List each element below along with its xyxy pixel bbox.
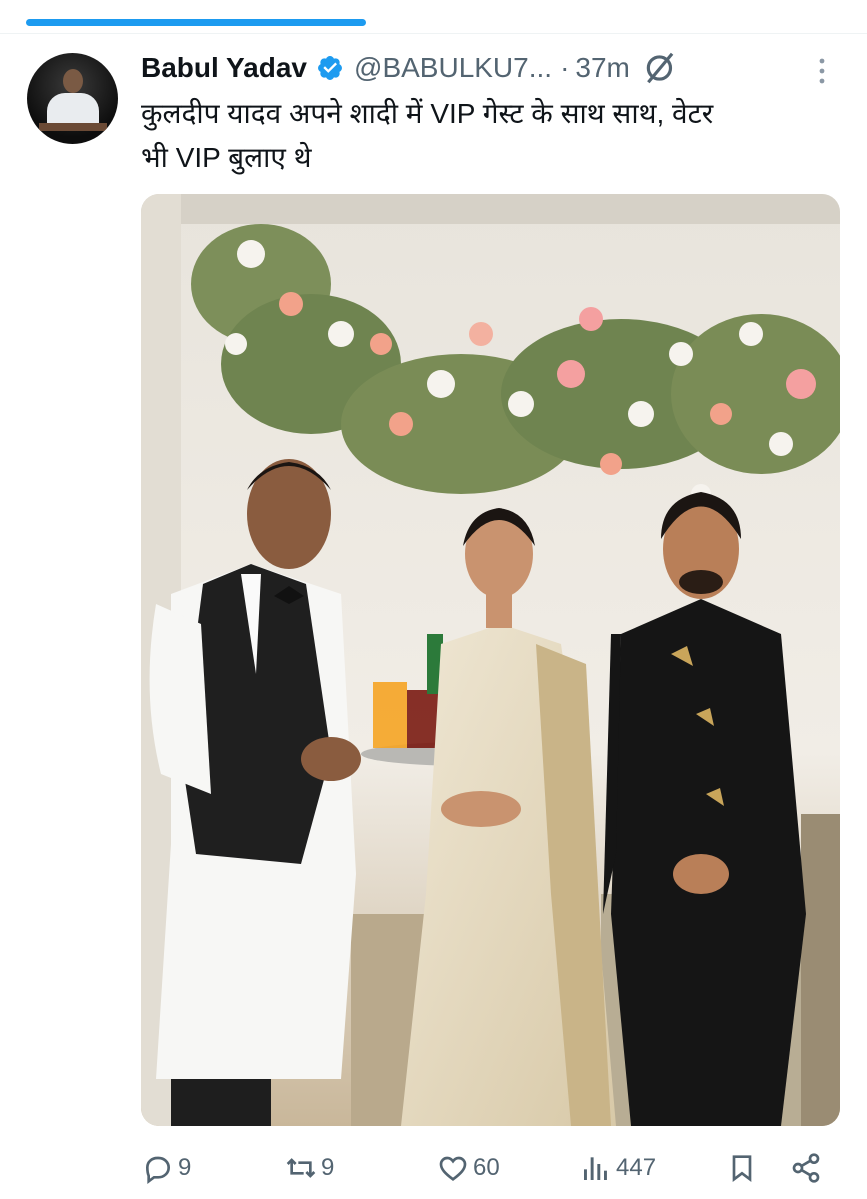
more-vertical-icon[interactable] [808, 55, 836, 87]
mute-icon[interactable] [642, 49, 680, 87]
repost-count: 9 [321, 1154, 335, 1181]
verified-badge-icon [318, 56, 342, 80]
like-count: 60 [473, 1154, 500, 1181]
tweet-timestamp[interactable]: 37m [575, 52, 629, 84]
reply-icon [145, 1156, 171, 1184]
views-count: 447 [616, 1154, 657, 1181]
action-bar: 9 9 60 447 [0, 1148, 867, 1188]
tweet-text: कुलदीप यादव अपने शादी में VIP गेस्ट के स… [141, 92, 841, 180]
bookmark-button[interactable] [726, 1148, 758, 1188]
author-handle[interactable]: @BABULKU7... [354, 52, 552, 84]
views-icon [584, 1157, 607, 1180]
header-separator: · [560, 52, 570, 83]
like-button[interactable]: 60 [437, 1148, 500, 1188]
avatar[interactable] [27, 53, 118, 144]
share-button[interactable] [790, 1148, 822, 1188]
top-divider [0, 33, 867, 34]
loading-progress-bar [26, 19, 366, 26]
wedding-photo [141, 194, 840, 1126]
tweet-text-line-2: भी VIP बुलाए थे [141, 142, 312, 173]
bookmark-icon [732, 1155, 752, 1182]
tweet-header: Babul Yadav @BABULKU7... · 37m [141, 48, 680, 88]
repost-button[interactable]: 9 [285, 1148, 334, 1188]
tweet-photo[interactable] [141, 194, 840, 1126]
like-icon [439, 1156, 467, 1182]
repost-icon [286, 1158, 316, 1178]
tweet-text-line-1: कुलदीप यादव अपने शादी में VIP गेस्ट के स… [141, 98, 714, 129]
reply-button[interactable]: 9 [142, 1148, 191, 1188]
share-icon [792, 1153, 820, 1183]
views-button[interactable]: 447 [580, 1148, 656, 1188]
author-name[interactable]: Babul Yadav [141, 52, 307, 84]
reply-count: 9 [178, 1154, 192, 1181]
